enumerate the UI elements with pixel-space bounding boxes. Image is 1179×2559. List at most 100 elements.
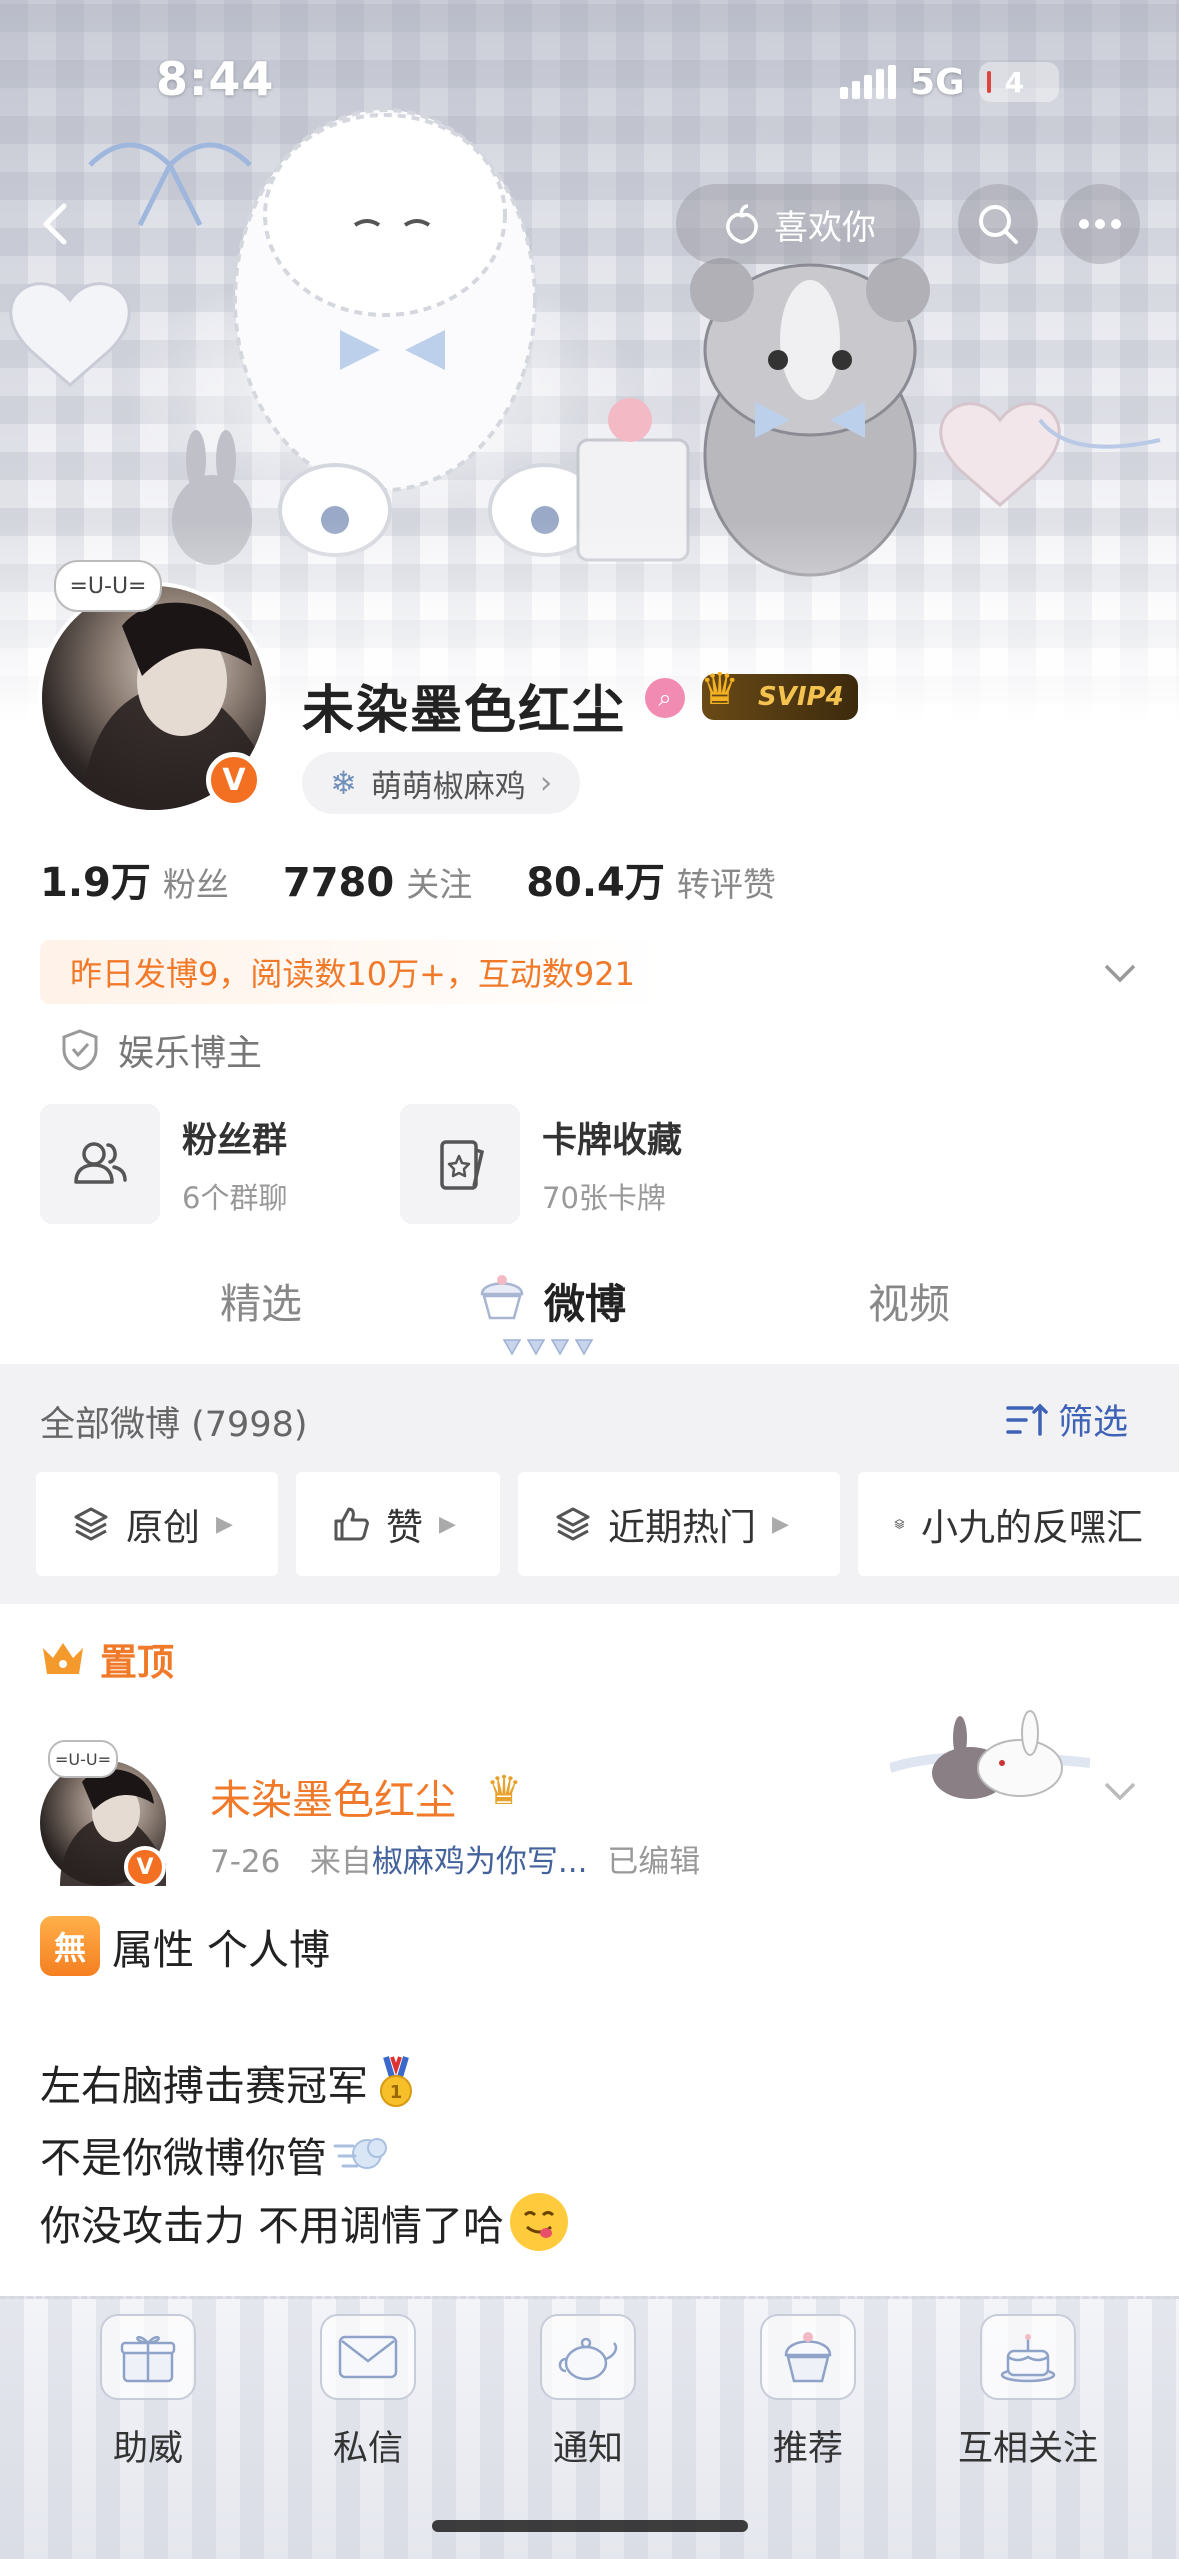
chip-original[interactable]: 原创 ▶ (36, 1472, 278, 1576)
status-indicators: 5G 4 (840, 60, 1059, 104)
verified-icon: V (206, 752, 262, 808)
battery-icon: 4 (978, 62, 1059, 102)
stat-label: 关注 (406, 865, 473, 904)
fan-group-card[interactable]: 粉丝群 6个群聊 (40, 1104, 287, 1224)
post-text-line: 不是你微博你管 (40, 2124, 389, 2184)
creator-role-label: 娱乐博主 (118, 1033, 263, 1074)
envelope-icon (320, 2314, 416, 2400)
tab-featured[interactable]: 精选 (220, 1270, 302, 1330)
post-text-line: 無 属性 个人博 (40, 1916, 330, 1976)
post-source[interactable]: 椒麻鸡为你写... (372, 1844, 588, 1880)
more-button[interactable] (1060, 184, 1140, 264)
gift-box-icon (100, 2314, 196, 2400)
post-text: 左右脑搏击赛冠军 (40, 2062, 368, 2110)
chip-custom-collection[interactable]: 小九的反嘿汇 (858, 1472, 1179, 1576)
caret-right-icon: ▶ (439, 1511, 456, 1537)
pinned-text: 置顶 (100, 1641, 174, 1684)
cheer-button[interactable]: 助威 (58, 2314, 238, 2471)
card-star-icon (400, 1104, 520, 1224)
chip-label: 小九的反嘿汇 (921, 1506, 1143, 1549)
stat-value: 7780 (282, 860, 395, 906)
battery-level (986, 71, 991, 93)
card-collection-card[interactable]: 卡牌收藏 70张卡牌 (400, 1104, 682, 1224)
stat-label: 转评赞 (676, 865, 776, 904)
cake-icon (980, 2314, 1076, 2400)
stat-following[interactable]: 7780 关注 (283, 858, 472, 906)
avatar-tag: =U-U= (54, 560, 162, 612)
network-label: 5G (910, 61, 965, 103)
post-edited: 已编辑 (607, 1844, 701, 1880)
profile-username: 未染墨色红尘 (302, 681, 627, 741)
search-icon (979, 205, 1018, 244)
stat-value: 1.9万 (40, 860, 151, 906)
stat-value: 80.4万 (526, 860, 665, 906)
chip-liked[interactable]: 赞 ▶ (296, 1472, 500, 1576)
bottom-bar-label: 私信 (332, 2429, 403, 2469)
post-text: 属性 个人博 (112, 1926, 331, 1974)
post-source-prefix: 来自 (309, 1844, 372, 1880)
bunny-sticker-icon (890, 1710, 1090, 1799)
chip-recent-hot[interactable]: 近期热门 ▶ (518, 1472, 840, 1576)
snowflake-icon: ❄ (330, 764, 357, 802)
search-badge-icon[interactable]: ⌕ (645, 678, 685, 718)
yum-face-icon (510, 2193, 569, 2251)
profile-stats: 1.9万 粉丝 7780 关注 80.4万 转评赞 (40, 850, 830, 908)
layers-icon (556, 1507, 590, 1541)
chip-label: 近期热门 (608, 1506, 756, 1549)
dash-cloud-icon (333, 2130, 389, 2178)
like-you-button[interactable]: 喜欢你 (676, 184, 920, 264)
teapot-icon (540, 2314, 636, 2400)
gold-medal-icon: 1 (374, 2056, 418, 2108)
tab-videos[interactable]: 视频 (868, 1270, 950, 1330)
post-text: 不是你微博你管 (40, 2134, 327, 2182)
card-subtitle: 70张卡牌 (542, 1180, 666, 1215)
chevron-down-icon[interactable] (1100, 952, 1140, 992)
creator-role[interactable]: 娱乐博主 (60, 1024, 262, 1076)
mutual-follow-button[interactable]: 互相关注 (938, 2314, 1118, 2471)
fan-group-pill[interactable]: ❄ 萌萌椒麻鸡 › (302, 752, 581, 814)
stat-label: 粉丝 (162, 865, 229, 904)
notification-button[interactable]: 通知 (498, 2314, 678, 2471)
activity-summary[interactable]: 昨日发博9，阅读数10万+，互动数921 (40, 940, 670, 1004)
people-icon (40, 1104, 160, 1224)
all-posts-count: 全部微博 (7998) (40, 1405, 308, 1445)
message-button[interactable]: 私信 (278, 2314, 458, 2471)
avatar-tag: =U-U= (48, 1740, 118, 1778)
cupcake-icon (480, 1275, 524, 1320)
crown-icon: ♛ (486, 1768, 522, 1814)
battery-percent: 4 (1004, 65, 1025, 99)
post-author-name[interactable]: 未染墨色红尘 (210, 1766, 456, 1826)
peach-icon (726, 204, 758, 244)
card-title: 粉丝群 (182, 1120, 288, 1161)
filter-sort-icon (1006, 1403, 1048, 1436)
back-arrow-icon[interactable] (28, 196, 84, 252)
post-date: 7-26 (210, 1844, 281, 1880)
shield-icon (62, 1029, 98, 1071)
signal-icon (840, 65, 896, 99)
tab-weibo[interactable]: 微博 (544, 1270, 626, 1330)
verified-icon: V (124, 1846, 166, 1888)
thumbs-up-icon (334, 1507, 369, 1541)
chevron-right-icon: › (539, 765, 553, 801)
fan-group-label: 萌萌椒麻鸡 (370, 768, 526, 805)
post-meta: 7-26 来自椒麻鸡为你写... 已编辑 (210, 1836, 700, 1881)
chip-label: 原创 (126, 1506, 200, 1549)
stat-interactions[interactable]: 80.4万 转评赞 (526, 850, 776, 908)
search-button[interactable] (958, 184, 1038, 264)
more-dots-icon (1079, 219, 1121, 229)
wu-badge-icon: 無 (40, 1916, 100, 1976)
pinned-label: 置顶 (40, 1632, 174, 1686)
recommend-button[interactable]: 推荐 (718, 2314, 898, 2471)
home-indicator[interactable] (432, 2520, 748, 2532)
caret-right-icon: ▶ (216, 1511, 233, 1537)
stat-followers[interactable]: 1.9万 粉丝 (40, 850, 229, 908)
crown-icon (43, 1643, 83, 1674)
post-text: 你没攻击力 不用调情了哈 (40, 2202, 505, 2250)
bottom-bar-label: 通知 (552, 2429, 623, 2469)
chevron-down-icon[interactable] (1100, 1770, 1140, 1810)
card-subtitle: 6个群聊 (182, 1180, 288, 1215)
bottom-bar-label: 推荐 (772, 2429, 843, 2469)
layers-icon (894, 1519, 905, 1529)
filter-button[interactable]: 筛选 (1006, 1394, 1128, 1445)
post-text-line: 左右脑搏击赛冠军 1 (40, 2052, 418, 2112)
